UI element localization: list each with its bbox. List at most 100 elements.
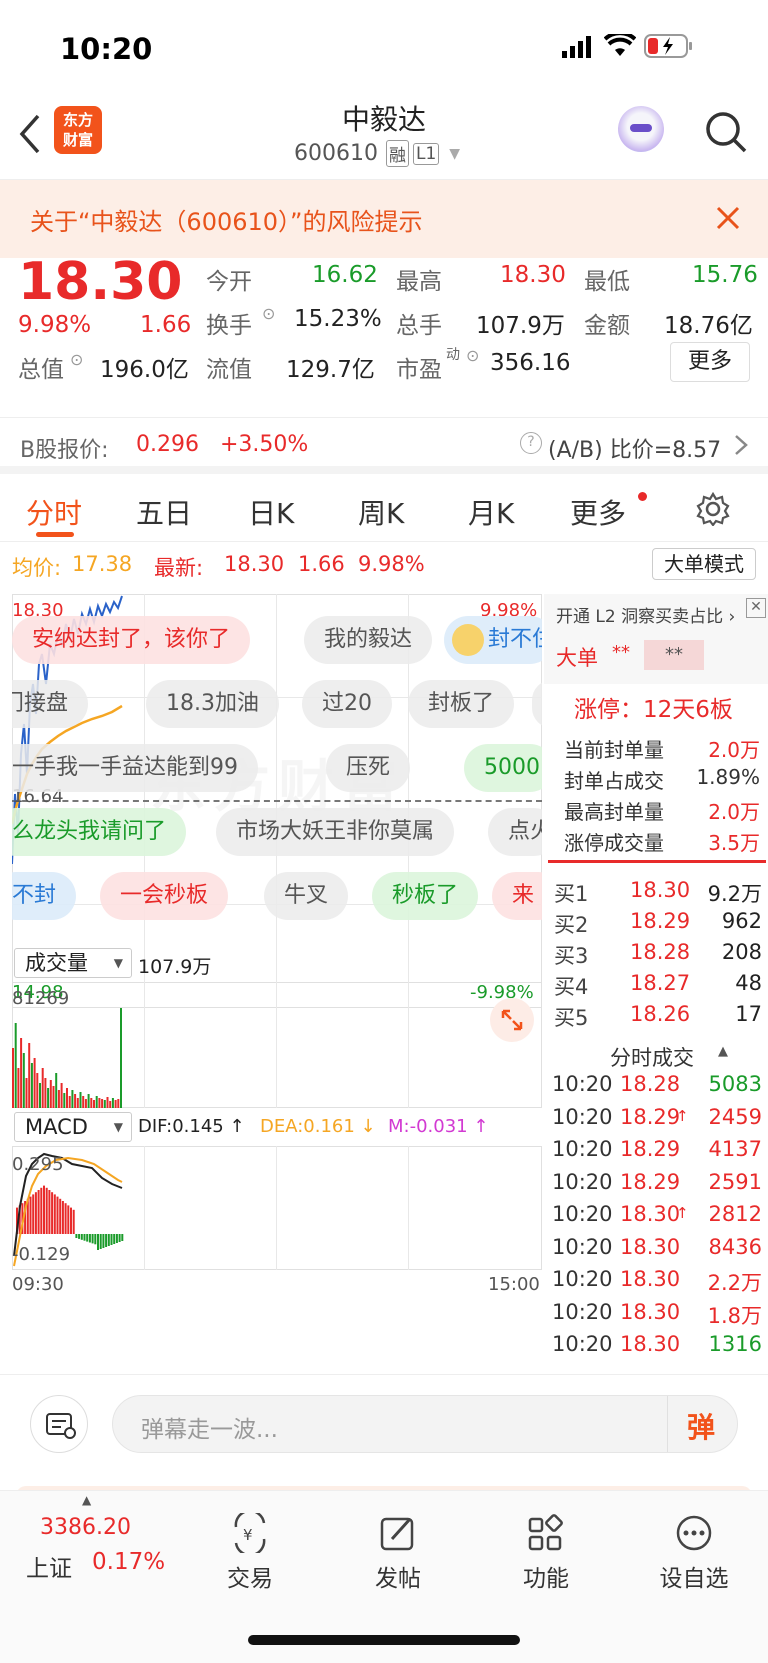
l2-title[interactable]: 开通 L2 洞察买卖占比 › — [556, 602, 735, 627]
stock-code-row[interactable]: 600610 融 L1 ▼ — [294, 140, 460, 167]
tab-five-day[interactable]: 五日 — [136, 492, 192, 532]
settings-gear-icon[interactable] — [696, 492, 730, 526]
big-order-mask: ** — [612, 642, 630, 663]
danmu-item[interactable]: 门接盘 — [12, 680, 89, 728]
expand-icon[interactable] — [490, 998, 534, 1042]
danmu-item[interactable]: 一会秒板 — [100, 872, 229, 920]
volume-bar — [49, 1080, 52, 1108]
nav-functions[interactable]: 功能 — [486, 1513, 606, 1593]
back-icon[interactable] — [18, 114, 42, 154]
signal-icon — [562, 36, 591, 58]
danmu-item[interactable]: 封不住 — [444, 616, 542, 664]
macd-indicator-select[interactable]: MACD ▼ — [14, 1112, 132, 1142]
danmu-item[interactable]: 秒板了 — [372, 872, 479, 920]
search-icon[interactable] — [704, 110, 748, 154]
danmu-item[interactable]: 不封 — [12, 872, 77, 920]
nav-add-watchlist[interactable]: 设自选 — [634, 1513, 754, 1593]
volume-indicator-select[interactable]: 成交量 ▼ — [14, 948, 132, 978]
close-icon[interactable]: ✕ — [746, 598, 766, 618]
danmu-item[interactable]: 5000 — [464, 744, 542, 792]
bid-row[interactable]: 买4 18.27 48 — [550, 971, 762, 1001]
danmu-item[interactable]: 压死 — [326, 744, 411, 792]
danmu-item[interactable]: 么龙头我请问了 — [12, 808, 187, 856]
help-icon[interactable]: ? — [520, 432, 542, 454]
bid-volume: 48 — [735, 971, 762, 995]
info-icon[interactable]: ⊙ — [262, 304, 275, 323]
tab-daily-k[interactable]: 日K — [248, 492, 294, 532]
trade-arrow: ↑ — [676, 1204, 689, 1222]
macd-bar — [34, 1192, 37, 1234]
volume-bar — [120, 1008, 122, 1108]
high-value: 18.30 — [500, 262, 566, 288]
bid-price: 18.28 — [630, 940, 691, 964]
macd-axis-top: 0.295 — [12, 1154, 64, 1175]
index-ticker[interactable]: ▲ 3386.20 上证 0.17% — [0, 1491, 176, 1611]
b-share-row[interactable]: B股报价: 0.296 +3.50% ? (A/B) 比价=8.57 — [0, 420, 768, 474]
send-danmu-button[interactable]: 弹 — [687, 1406, 715, 1446]
bid-row[interactable]: 买2 18.29 962 — [550, 909, 762, 939]
danmu-item[interactable]: 18.3加油 — [146, 680, 279, 728]
danmu-item[interactable]: 市场大妖王非你莫属 — [216, 808, 455, 856]
trade-price: 18.30 — [620, 1234, 681, 1259]
limit-stat-row: 当前封单量 2.0万 — [564, 734, 760, 764]
bid-row[interactable]: 买3 18.28 208 — [550, 940, 762, 970]
risk-banner[interactable]: 关于“中毅达（600610）”的风险提示 — [0, 180, 768, 258]
macd-dea: DEA:0.161 ↓ — [260, 1116, 376, 1137]
nav-functions-label: 功能 — [523, 1566, 569, 1592]
notification-dot — [638, 492, 647, 501]
danmu-item[interactable]: 来 — [492, 872, 542, 920]
volume-bar — [30, 1063, 33, 1108]
robot-assistant-icon[interactable] — [618, 106, 664, 152]
tab-weekly-k[interactable]: 周K — [358, 492, 404, 532]
nav-post[interactable]: 发帖 — [338, 1513, 458, 1593]
stock-header: 东方 财富 中毅达 600610 融 L1 ▼ — [0, 98, 768, 180]
open-label: 今开 — [206, 269, 252, 295]
volume-bar — [114, 1100, 117, 1108]
more-button[interactable]: 更多 — [670, 342, 750, 382]
tab-intraday[interactable]: 分时 — [26, 492, 82, 532]
big-order-mode-button[interactable]: 大单模式 — [652, 548, 756, 580]
volume-bar — [57, 1090, 60, 1108]
danmu-input-bar: 弹幕走一波... 弹 — [0, 1374, 768, 1474]
trade-row: 10:20 18.28 5083 — [552, 1072, 762, 1104]
danmu-item[interactable]: 牛叉 — [264, 872, 349, 920]
volume-bar — [36, 1073, 39, 1108]
limit-stat-label: 最高封单量 — [564, 800, 664, 824]
volume-total: 107.9万 — [138, 956, 212, 978]
chevron-down-icon: ▼ — [449, 145, 461, 162]
trade-time: 10:20 — [552, 1202, 613, 1226]
danmu-item[interactable]: 一手我一手益达能到99 — [12, 744, 258, 792]
trade-price: 18.30 — [620, 1267, 681, 1291]
danmu-item[interactable] — [532, 680, 542, 728]
chevron-up-icon[interactable]: ▲ — [718, 1044, 728, 1059]
danmu-settings-button[interactable] — [30, 1395, 88, 1453]
danmu-settings-icon — [46, 1413, 76, 1439]
danmu-item[interactable]: 安纳达封了，该你了 — [12, 616, 251, 664]
nav-trade[interactable]: ¥ 交易 — [190, 1509, 310, 1593]
trade-volume: 2459 — [708, 1104, 762, 1129]
macd-bar — [43, 1185, 45, 1234]
trade-time: 10:20 — [552, 1234, 613, 1259]
info-icon[interactable]: ⊙ — [70, 350, 83, 369]
close-icon[interactable] — [716, 206, 740, 230]
big-order-mask-2: ** — [644, 640, 704, 670]
danmu-item[interactable]: 封板了 — [408, 680, 515, 728]
volume-bars — [12, 1008, 122, 1108]
danmu-item[interactable]: 过20 — [302, 680, 392, 728]
volume-bar — [74, 1094, 77, 1108]
avg-price-label: 均价: — [12, 556, 62, 580]
volume-bar — [25, 1078, 28, 1108]
bid-row[interactable]: 买5 18.26 17 — [550, 1002, 762, 1032]
info-icon[interactable]: ⊙ — [466, 346, 479, 365]
bid-row[interactable]: 买1 18.30 9.2万 — [550, 878, 762, 908]
trade-row: 10:20 18.30 2.2万 — [552, 1267, 762, 1299]
bid-level: 买4 — [554, 975, 589, 999]
danmu-item[interactable]: 点火 — [488, 808, 542, 856]
danmu-input[interactable]: 弹幕走一波... 弹 — [112, 1395, 738, 1453]
tab-monthly-k[interactable]: 月K — [468, 492, 514, 532]
tab-more[interactable]: 更多 — [570, 492, 626, 532]
danmu-item[interactable]: 我的毅达 — [304, 616, 433, 664]
macd-bar — [83, 1234, 86, 1241]
volume-bar — [20, 1038, 23, 1108]
volume-bar — [76, 1098, 79, 1108]
